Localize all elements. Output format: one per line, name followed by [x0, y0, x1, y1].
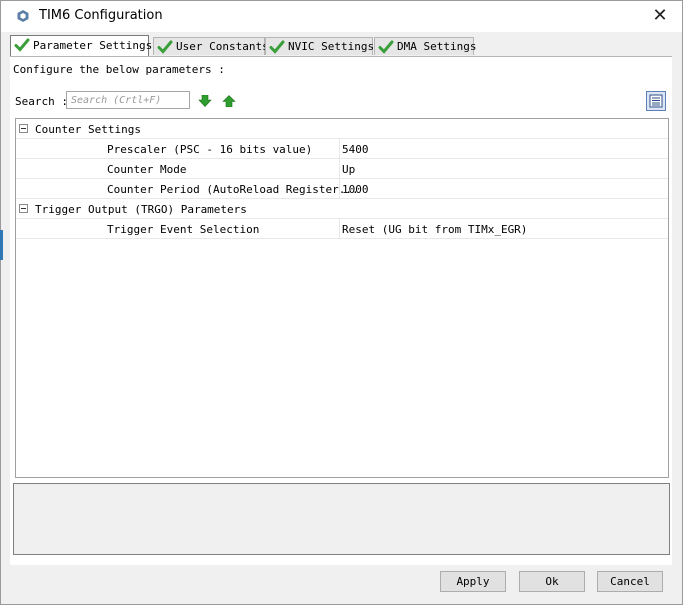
param-name: Trigger Event Selection — [107, 223, 260, 236]
arrow-down-icon[interactable] — [198, 95, 212, 107]
parameter-description-box — [13, 483, 670, 555]
arrow-up-icon[interactable] — [222, 95, 236, 107]
tab-label: NVIC Settings — [288, 40, 375, 53]
param-row-counter-mode[interactable]: Counter Mode Up — [16, 159, 668, 179]
column-divider — [339, 159, 340, 178]
check-icon — [378, 40, 394, 54]
param-value[interactable]: Up — [342, 163, 355, 176]
check-icon — [157, 40, 173, 54]
tab-dma-settings[interactable]: DMA Settings — [374, 37, 477, 55]
search-input[interactable] — [66, 91, 190, 109]
check-icon — [14, 38, 30, 52]
tab-parameter-settings[interactable]: Parameter Settings — [10, 35, 153, 57]
parameter-settings-panel: Configure the below parameters : Search … — [10, 57, 672, 565]
panel-description: Configure the below parameters : — [13, 63, 225, 76]
ok-button[interactable]: Ok — [519, 571, 585, 592]
column-divider — [339, 139, 340, 158]
tab-label: Parameter Settings — [33, 39, 153, 52]
param-name: Counter Mode — [107, 163, 187, 176]
tab-user-constants[interactable]: User Constants — [153, 37, 269, 55]
configuration-window: TIM6 Configuration ✕ Parameter Settings … — [0, 0, 683, 605]
param-name: Counter Period (AutoReload Register... — [107, 183, 359, 196]
param-name: Prescaler (PSC - 16 bits value) — [107, 143, 313, 156]
param-row-prescaler[interactable]: Prescaler (PSC - 16 bits value) 5400 — [16, 139, 668, 159]
cancel-button[interactable]: Cancel — [597, 571, 663, 592]
collapse-toggle[interactable] — [19, 204, 28, 213]
window-title: TIM6 Configuration — [39, 8, 163, 23]
close-button[interactable]: ✕ — [649, 5, 671, 27]
tab-label: User Constants — [176, 40, 269, 53]
apply-button[interactable]: Apply — [440, 571, 506, 592]
app-hexagon-icon — [17, 10, 29, 22]
tab-nvic-settings[interactable]: NVIC Settings — [265, 37, 375, 55]
group-label: Counter Settings — [35, 123, 141, 136]
column-divider — [339, 219, 340, 238]
collapse-toggle[interactable] — [19, 124, 28, 133]
group-label: Trigger Output (TRGO) Parameters — [35, 203, 247, 216]
list-view-icon — [649, 94, 663, 108]
check-icon — [269, 40, 285, 54]
param-value[interactable]: Reset (UG bit from TIMx_EGR) — [342, 223, 527, 236]
tab-label: DMA Settings — [397, 40, 477, 53]
title-bar: TIM6 Configuration ✕ — [1, 1, 682, 32]
list-view-toggle-button[interactable] — [646, 91, 666, 111]
param-value[interactable]: 1000 — [342, 183, 369, 196]
search-label: Search : — [15, 95, 68, 108]
group-trigger-output[interactable]: Trigger Output (TRGO) Parameters — [16, 199, 668, 219]
column-divider — [339, 179, 340, 198]
background-window-edge — [0, 230, 3, 260]
param-row-counter-period[interactable]: Counter Period (AutoReload Register... 1… — [16, 179, 668, 199]
param-row-trigger-event[interactable]: Trigger Event Selection Reset (UG bit fr… — [16, 219, 668, 239]
group-counter-settings[interactable]: Counter Settings — [16, 119, 668, 139]
parameter-tree: Counter Settings Prescaler (PSC - 16 bit… — [15, 118, 669, 478]
param-value[interactable]: 5400 — [342, 143, 369, 156]
